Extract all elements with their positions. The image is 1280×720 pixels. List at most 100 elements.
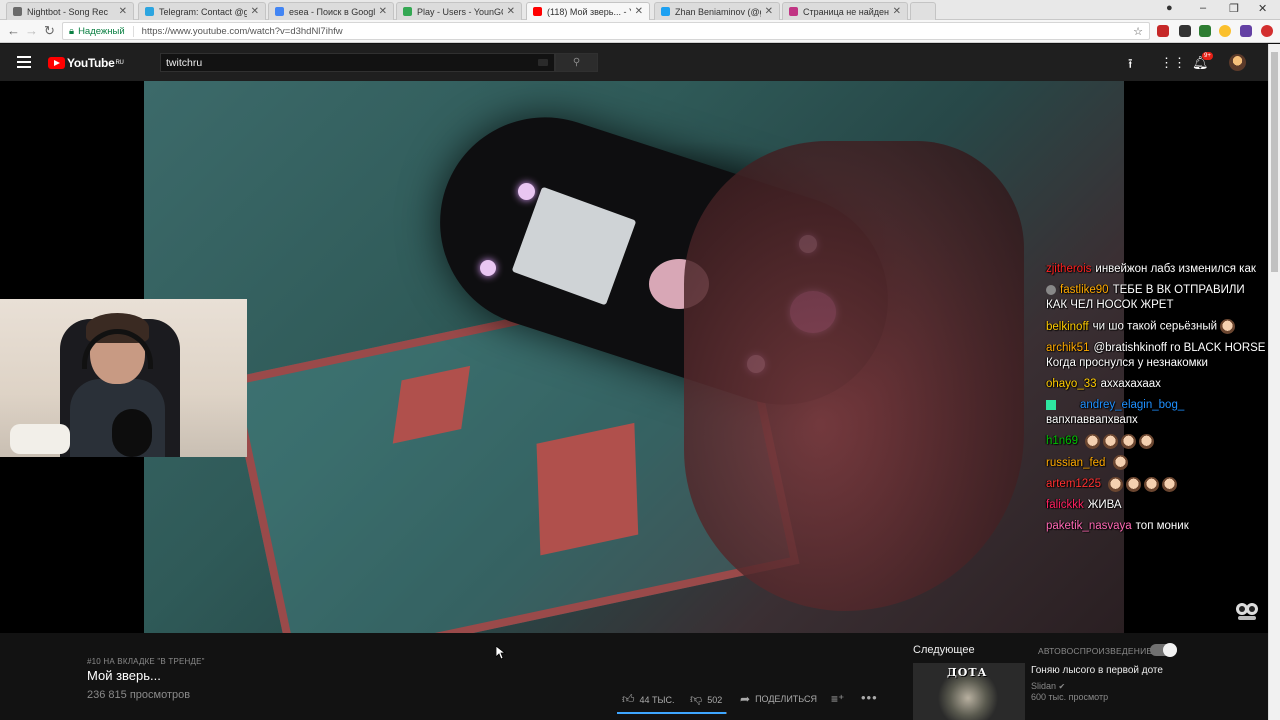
tab-favicon-icon [403,7,412,16]
tab-close-icon[interactable]: ✕ [507,6,515,17]
tab-favicon-icon [789,7,798,16]
back-arrow-icon[interactable]: ← [7,23,20,38]
emote-icon [1112,455,1128,471]
apps-grid-icon[interactable]: ⋮⋮ [1160,55,1186,71]
tab-title: Nightbot - Song Rec [27,6,109,17]
menu-icon[interactable] [17,56,31,71]
chat-nick: h1n69 [1046,435,1078,448]
thumbs-down-icon: 👎︎ [690,692,703,706]
chat-text: аххахахаах [1100,377,1161,390]
emote-icon [1220,319,1236,334]
tab-favicon-icon [13,7,22,16]
twitch-chat-overlay: zjitherois инвейжон лабз изменился как fa… [1046,262,1268,540]
browser-tab[interactable]: Nightbot - Song Rec ✕ [6,2,134,20]
dislike-count: 502 [707,694,723,705]
chat-message: artem1225 [1046,476,1268,493]
keyboard-icon[interactable] [538,59,548,66]
secure-label: Надежный [78,25,125,37]
browser-tab-active[interactable]: (118) Мой зверь... - Y ✕ [526,2,650,20]
reload-icon[interactable]: ↻ [44,23,55,39]
tab-close-icon[interactable]: ✕ [893,6,901,17]
chat-message: paketik_nasvaya топ моник [1046,519,1268,534]
upload-icon[interactable]: ⭱ [1128,55,1133,77]
tab-title: Zhan Beniaminov (@gu [675,6,761,17]
search-input[interactable]: twitchru [160,53,555,72]
extension-mail-icon[interactable] [1179,25,1191,37]
new-tab-button[interactable] [910,2,936,20]
autoplay-toggle[interactable] [1150,643,1177,657]
tab-close-icon[interactable]: ✕ [251,6,259,17]
extension-adblock-icon[interactable] [1157,25,1169,37]
like-button[interactable]: 👍︎ 44 ТЫС. [622,692,675,707]
tab-close-icon[interactable]: ✕ [119,6,127,17]
window-close-icon[interactable]: ✕ [1258,2,1267,15]
search-value: twitchru [166,56,203,69]
share-label: ПОДЕЛИТЬСЯ [755,694,818,704]
lock-icon: 🔒︎ [69,25,75,37]
playlist-add-icon: ≡⁺ [831,692,845,706]
hand-image [684,141,1024,611]
logo-text: YouTube [67,56,115,70]
chat-nick: falickkk [1046,499,1084,512]
notification-count-badge: 9+ [1202,52,1213,60]
video-frame[interactable] [144,81,1124,633]
channel-watermark-icon[interactable] [1234,600,1260,622]
address-bar[interactable]: 🔒︎ Надежный https://www.youtube.com/watc… [62,22,1150,40]
tab-close-icon[interactable]: ✕ [765,6,773,17]
thumbs-up-icon: 👍︎ [622,692,635,706]
forward-arrow-icon[interactable]: → [25,23,38,38]
emote-icon [1108,476,1124,492]
chat-text: ЖИВА [1087,499,1122,512]
recommended-channel[interactable]: Slidan ✔ [1031,681,1065,691]
chat-nick: zjitherois [1046,263,1092,275]
dislike-button[interactable]: 👎︎ 502 [690,692,722,707]
chat-nick: ohayo_33 [1046,377,1097,390]
browser-tab[interactable]: Страница не найдена - ✕ [782,2,908,20]
chat-nick: russian_fed [1046,456,1106,469]
browser-tab-strip: Nightbot - Song Rec ✕ Telegram: Contact … [0,0,1280,20]
mouse-cursor-icon [496,646,506,660]
youtube-logo[interactable]: YouTube RU [48,56,124,70]
emote-icon [1121,433,1137,449]
autoplay-label: АВТОВОСПРОИЗВЕДЕНИЕ [1038,646,1153,656]
browser-tab[interactable]: Zhan Beniaminov (@gu ✕ [654,2,780,20]
tab-title: esea - Поиск в Google [289,6,375,17]
secure-indicator[interactable]: 🔒︎ Надежный [63,25,134,37]
avatar[interactable] [1229,54,1246,71]
browser-tab[interactable]: Play - Users - YounGQ ✕ [396,2,522,20]
extension-icon[interactable] [1261,25,1273,37]
trending-link[interactable]: #10 НА ВКЛАДКЕ "В ТРЕНДЕ" [87,657,205,666]
like-ratio-fill [617,712,726,714]
tab-title: Telegram: Contact @gu [159,6,247,17]
chat-text: вапхпаввапхвапх [1046,413,1138,426]
recommended-title[interactable]: Гоняю лысого в первой доте [1031,665,1163,676]
chat-message: russian_fed [1046,455,1268,471]
like-count: 44 ТЫС. [639,694,675,705]
more-options-icon[interactable]: ••• [861,690,878,705]
extension-icon[interactable] [1219,25,1231,37]
chat-nick: belkinoff [1046,320,1089,333]
extension-icon[interactable] [1199,25,1211,37]
minimize-icon[interactable]: ‒ [1200,2,1206,14]
emote-icon [1126,476,1142,492]
profile-icon[interactable]: ● [1166,2,1173,14]
add-to-playlist-button[interactable]: ≡⁺ [831,692,844,706]
chat-message: andrey_elagin_bog_ вапхпаввапхвапх [1046,398,1268,428]
page-scrollbar[interactable] [1268,44,1280,720]
recommended-views: 600 тыс. просмотр [1031,692,1109,702]
browser-tab[interactable]: esea - Поиск в Google ✕ [268,2,394,20]
browser-tab[interactable]: Telegram: Contact @gu ✕ [138,2,266,20]
recommended-thumbnail[interactable]: ДОТА [913,663,1025,720]
chat-badge-icon [1046,284,1056,295]
tab-close-icon[interactable]: ✕ [379,6,387,17]
video-player[interactable]: zjitherois инвейжон лабз изменился как fa… [0,81,1268,633]
share-button[interactable]: ➦ ПОДЕЛИТЬСЯ [740,692,817,706]
search-icon: ⚲ [572,57,581,68]
search-button[interactable]: ⚲ [555,53,598,72]
extension-twitch-icon[interactable] [1240,25,1252,37]
restore-icon[interactable]: ❐ [1229,2,1239,15]
emote-icon [1162,476,1178,492]
tab-close-icon[interactable]: ✕ [635,6,643,17]
bookmark-star-icon[interactable]: ☆ [1133,25,1143,38]
scrollbar-thumb[interactable] [1271,52,1278,272]
